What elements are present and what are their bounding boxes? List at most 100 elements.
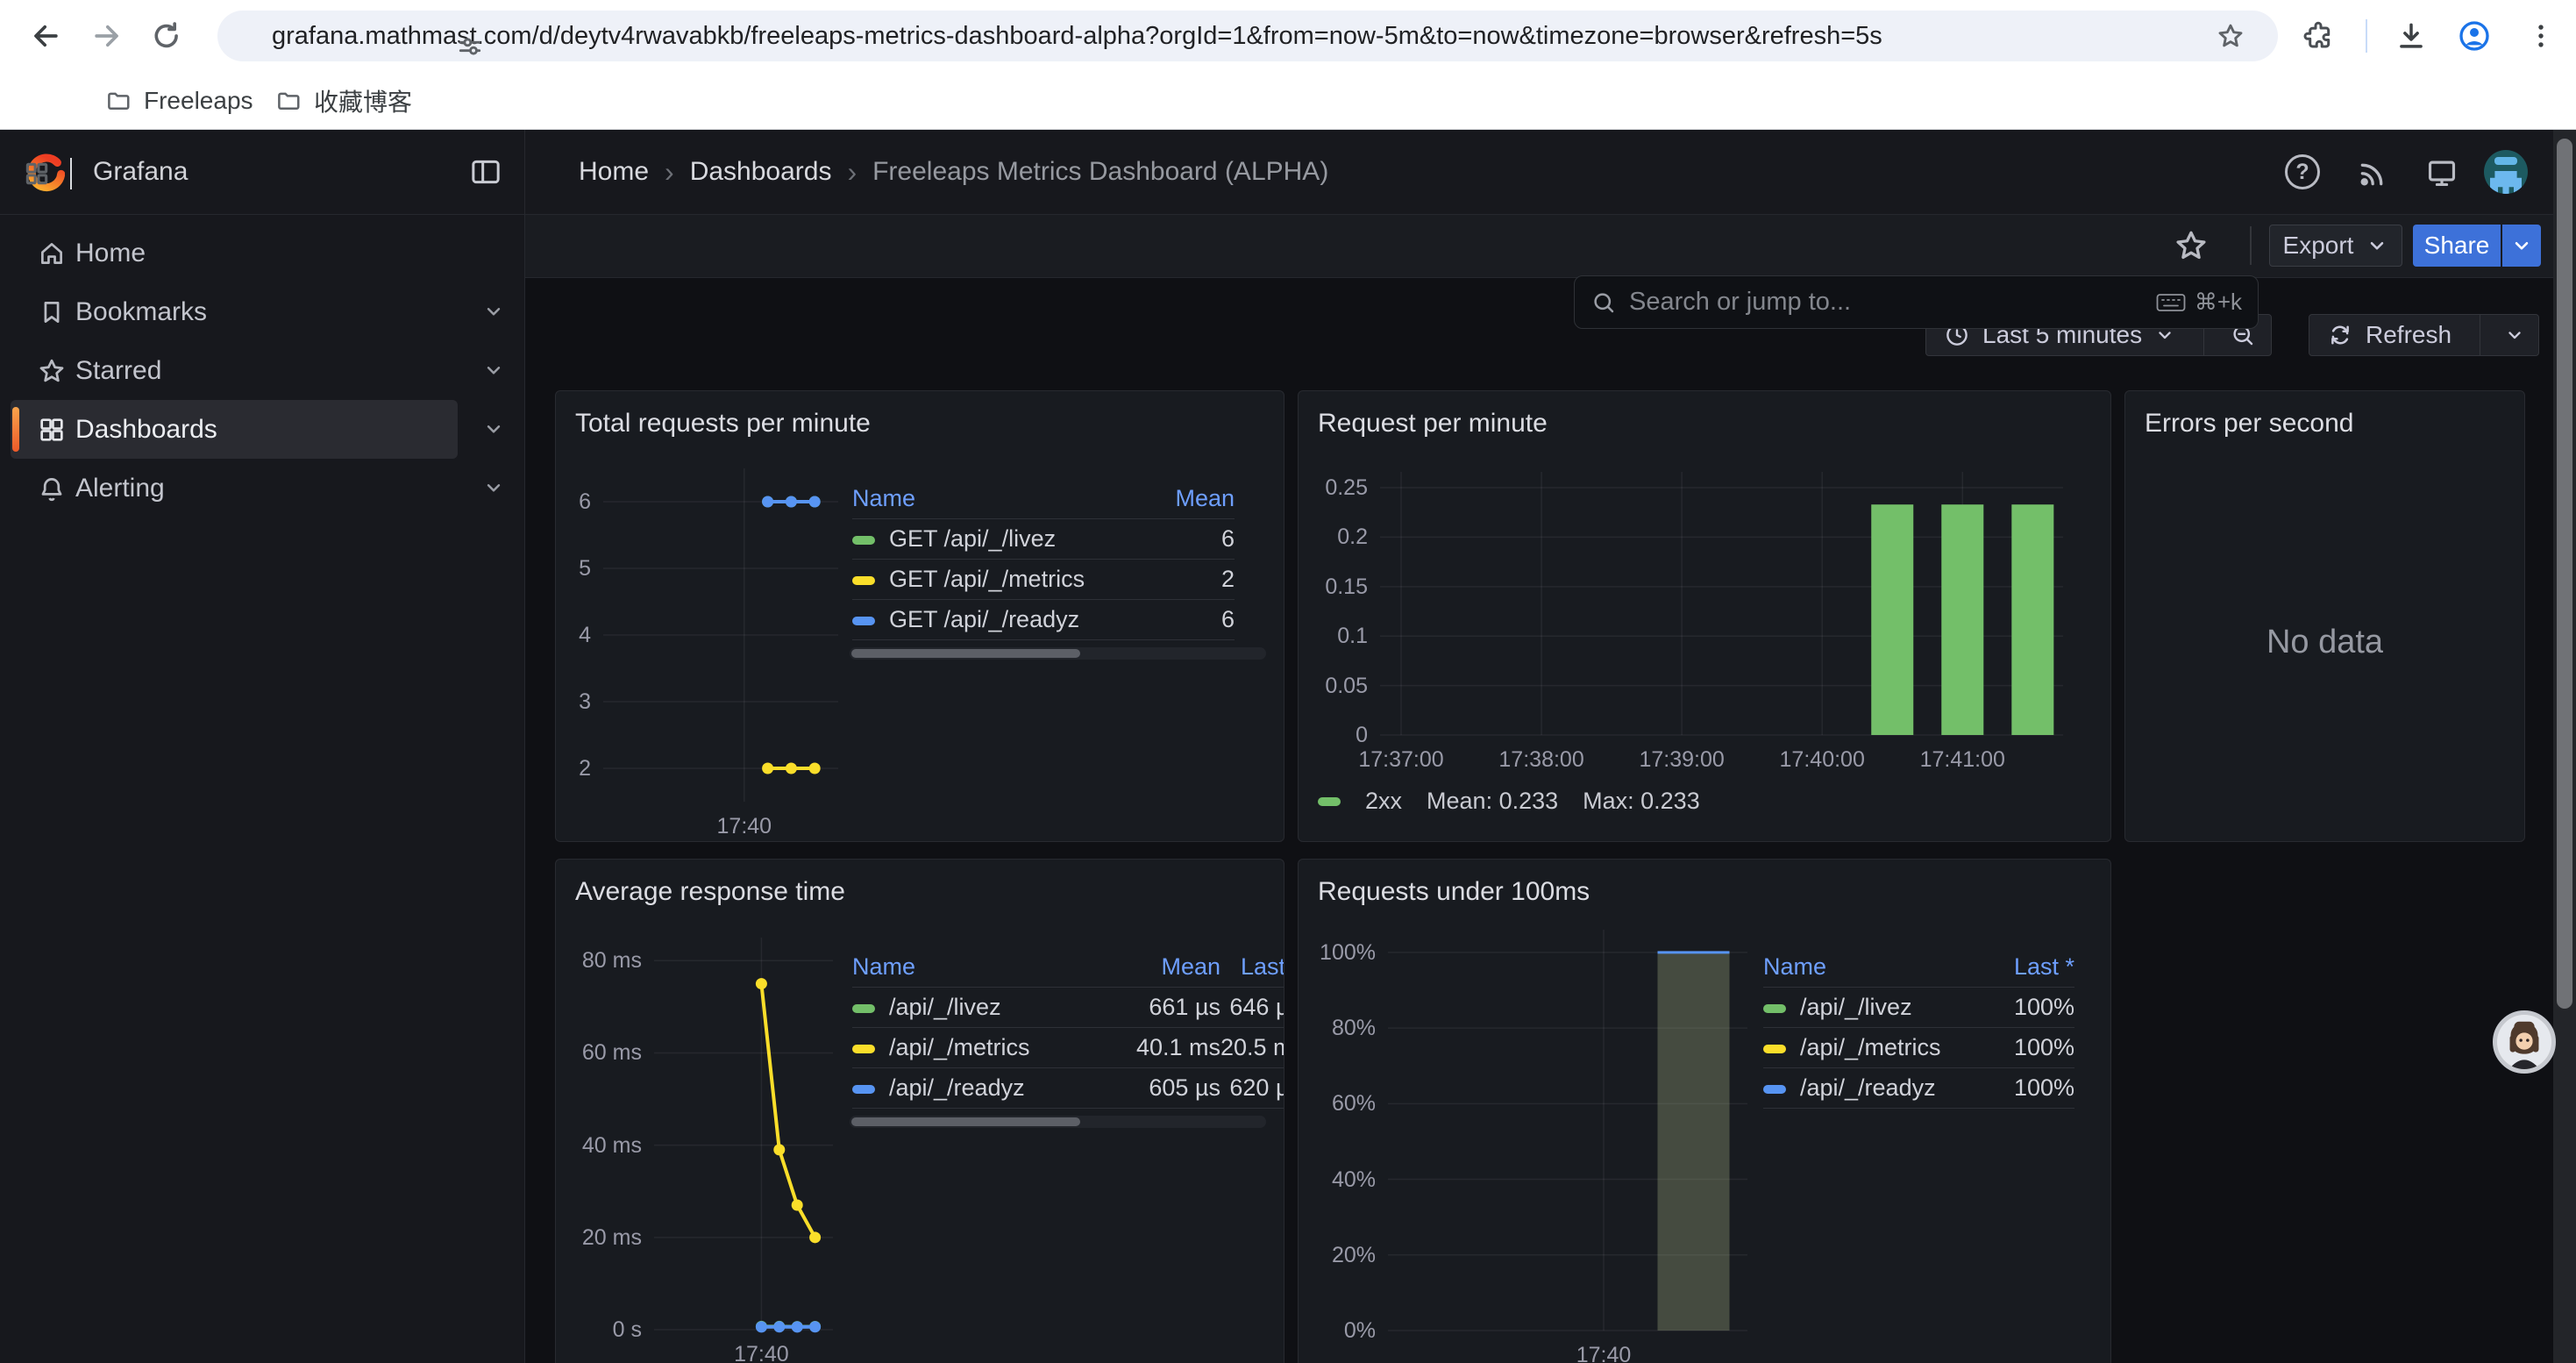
legend-series-name: /api/_/livez [1763, 988, 1974, 1027]
legend-series-name: /api/_/metrics [852, 1028, 1098, 1067]
legend-row[interactable]: GET /api/_/readyz6 [852, 600, 1235, 640]
legend-value: 646 µs [1220, 988, 1284, 1027]
legend-column-header[interactable]: Mean [1098, 947, 1220, 987]
breadcrumb-separator: › [665, 156, 674, 189]
brand-name[interactable]: Grafana [93, 157, 188, 187]
legend-row[interactable]: GET /api/_/metrics2 [852, 560, 1235, 600]
share-button[interactable]: Share [2413, 225, 2501, 267]
bookmark-folder-freeleaps[interactable]: Freeleaps [96, 82, 262, 120]
browser-menu-icon[interactable] [2522, 17, 2560, 55]
breadcrumb-home[interactable]: Home [579, 157, 649, 187]
actions-divider [2250, 226, 2252, 265]
y-tick-label: 0.2 [1299, 523, 1368, 551]
legend-row[interactable]: GET /api/_/livez6 [852, 519, 1235, 560]
refresh-interval-dropdown[interactable] [2493, 325, 2537, 346]
y-tick-label: 4 [556, 621, 591, 649]
legend-value: 100% [1974, 1068, 2074, 1108]
legend-swatch [852, 617, 875, 625]
y-tick-label: 3 [556, 688, 591, 716]
search-box[interactable]: ⌘+k [1574, 275, 2259, 329]
toolbar-divider [2366, 19, 2367, 53]
monitor-icon[interactable] [2425, 156, 2459, 194]
profile-icon[interactable] [2455, 17, 2494, 55]
expand-bookmarks-icon[interactable] [479, 296, 509, 326]
forward-icon[interactable] [88, 17, 126, 55]
folder-icon [275, 88, 302, 114]
help-icon[interactable]: ? [2285, 154, 2320, 189]
user-avatar[interactable] [2484, 150, 2528, 194]
sidebar-toggle-icon[interactable] [468, 154, 503, 194]
favorite-star-icon[interactable] [2173, 227, 2210, 268]
y-tick-label: 6 [556, 488, 591, 516]
expand-alerting-icon[interactable] [479, 473, 509, 503]
breadcrumb-dashboards[interactable]: Dashboards [690, 157, 832, 187]
sidebar-item-bookmarks[interactable]: Bookmarks [11, 282, 458, 341]
bookmark-star-icon[interactable] [2213, 18, 2248, 54]
reload-icon[interactable] [147, 17, 186, 55]
screen: grafana.mathmast.com/d/deytv4rwavabkb/fr… [0, 0, 2576, 1363]
chart-canvas [654, 938, 833, 1330]
legend-row[interactable]: /api/_/metrics100% [1763, 1028, 2074, 1068]
panel-title[interactable]: Errors per second [2145, 409, 2353, 439]
bookmark-icon [37, 297, 67, 327]
legend-row[interactable]: /api/_/readyz100% [1763, 1068, 2074, 1109]
bookmarks-bar: Freeleaps 收藏博客 [0, 72, 2576, 130]
panel-title[interactable]: Average response time [575, 877, 845, 907]
url-bar[interactable]: grafana.mathmast.com/d/deytv4rwavabkb/fr… [217, 11, 2278, 61]
legend-row[interactable]: /api/_/metrics40.1 ms20.5 ms [852, 1028, 1284, 1068]
y-tick-label: 5 [556, 554, 591, 582]
site-settings-icon[interactable] [454, 33, 486, 60]
y-tick-label: 60 ms [556, 1038, 642, 1067]
chart-request-per-minute: 0.250.20.150.10.05017:37:0017:38:0017:39… [1299, 391, 2110, 841]
export-button[interactable]: Export [2269, 225, 2402, 267]
apps-grid-icon[interactable] [19, 156, 54, 191]
legend-series-name: /api/_/metrics [1763, 1028, 1974, 1067]
legend-row[interactable]: /api/_/readyz605 µs620 µs [852, 1068, 1284, 1109]
search-input[interactable] [1629, 288, 2156, 317]
legend-column-header[interactable]: Name [852, 947, 1098, 987]
legend-2xx[interactable]: 2xx Mean: 0.233 Max: 0.233 [1318, 788, 1700, 815]
download-icon[interactable] [2392, 17, 2430, 55]
legend-row[interactable]: /api/_/livez100% [1763, 988, 2074, 1028]
panel-title[interactable]: Total requests per minute [575, 409, 871, 439]
sidebar-item-alerting[interactable]: Alerting [11, 459, 458, 517]
legend-row[interactable]: /api/_/livez661 µs646 µs [852, 988, 1284, 1028]
legend-series-name[interactable]: 2xx [1365, 788, 1402, 815]
bookmark-folder-blogs[interactable]: 收藏博客 [267, 82, 421, 120]
legend-column-header[interactable]: Mean [1131, 479, 1235, 518]
legend-scrollbar-thumb[interactable] [851, 1117, 1080, 1126]
share-dropdown-button[interactable] [2502, 225, 2541, 267]
legend-value: 100% [1974, 988, 2074, 1027]
legend-scrollbar[interactable] [850, 1116, 1266, 1128]
back-icon[interactable] [26, 17, 65, 55]
sidebar-item-dashboards[interactable]: Dashboards [11, 400, 458, 459]
legend-column-header[interactable]: Name [852, 479, 1131, 518]
x-tick-label: 17:39:00 [1603, 746, 1761, 774]
page-scrollbar[interactable] [2553, 130, 2576, 1363]
legend-scrollbar[interactable] [850, 647, 1266, 660]
assistant-avatar[interactable] [2493, 1010, 2556, 1074]
rss-icon[interactable] [2357, 156, 2390, 194]
refresh-button[interactable]: Refresh [2311, 321, 2467, 349]
legend-max: Max: 0.233 [1583, 788, 1700, 815]
no-data-message: No data [2125, 624, 2524, 661]
extensions-icon[interactable] [2299, 17, 2338, 55]
chart-canvas [1388, 930, 1747, 1331]
legend-swatch [852, 1085, 875, 1094]
expand-starred-icon[interactable] [479, 355, 509, 385]
legend-column-header[interactable]: Name [1763, 947, 1974, 987]
legend-scrollbar-thumb[interactable] [851, 649, 1080, 658]
legend-column-header[interactable]: Last * [1220, 947, 1284, 987]
panel-title[interactable]: Request per minute [1318, 409, 1548, 439]
y-tick-label: 100% [1299, 938, 1376, 967]
expand-dashboards-icon[interactable] [479, 414, 509, 444]
sidebar-item-starred[interactable]: Starred [11, 341, 458, 400]
panel-title[interactable]: Requests under 100ms [1318, 877, 1590, 907]
url-text[interactable]: grafana.mathmast.com/d/deytv4rwavabkb/fr… [272, 22, 2183, 51]
y-tick-label: 0.1 [1299, 622, 1368, 650]
panel-errors-per-second: Errors per second No data [2124, 390, 2525, 842]
scrollbar-thumb[interactable] [2557, 139, 2572, 1009]
legend-column-header[interactable]: Last * [1974, 947, 2074, 987]
sidebar-item-home[interactable]: Home [11, 224, 458, 282]
panel-request-per-minute: Request per minute 0.250.20.150.10.05017… [1298, 390, 2111, 842]
